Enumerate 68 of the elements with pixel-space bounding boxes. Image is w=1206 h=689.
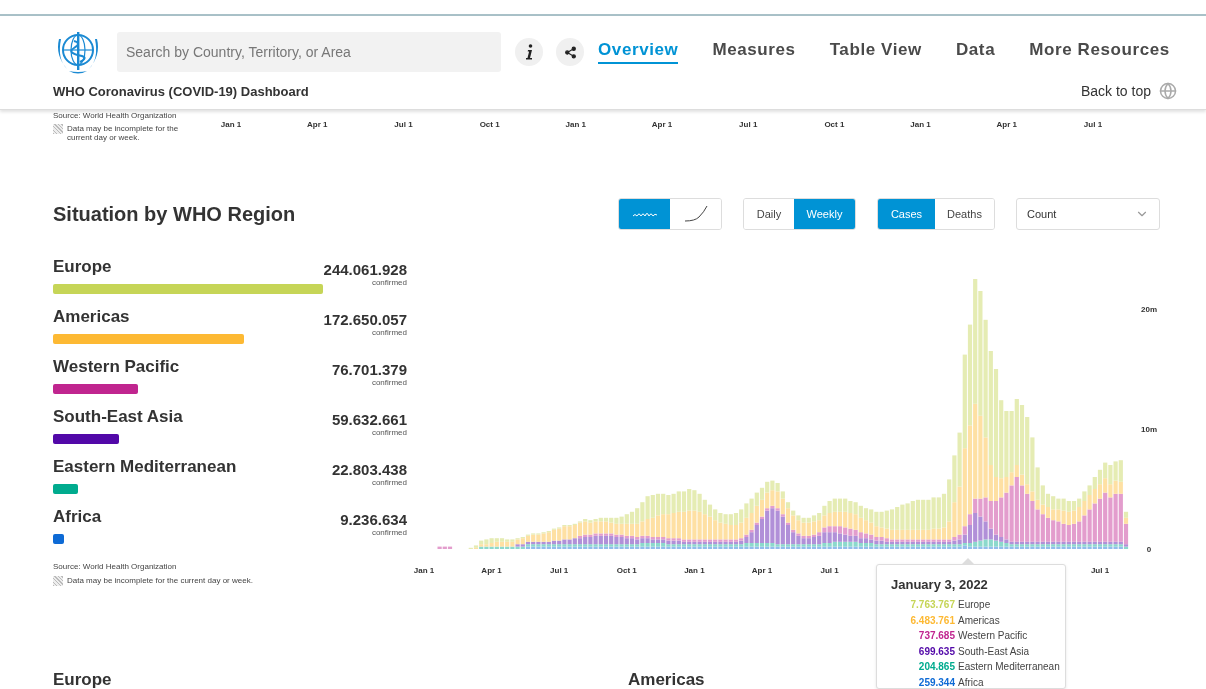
axis-label: Jul 1 — [393, 120, 414, 131]
axis-label: Oct 1 — [616, 566, 637, 575]
axis-label: Apr 1 — [751, 566, 773, 575]
scale-dropdown[interactable]: Count — [1016, 198, 1160, 230]
nav-tab[interactable]: Table View — [829, 40, 922, 64]
search-field[interactable]: Search by Country, Territory, or Area — [117, 32, 501, 72]
axis-label: Apr 1 — [995, 120, 1018, 131]
tooltip-value: 7.763.767 — [909, 599, 955, 611]
tooltip-region: Africa — [958, 676, 984, 688]
count-unit: confirmed — [371, 378, 407, 387]
tooltip-value: 259.344 — [917, 676, 955, 688]
count-unit: confirmed — [371, 278, 407, 287]
section-title: Europe — [53, 672, 112, 688]
count-unit: confirmed — [371, 528, 407, 537]
axis-label: Apr 1 — [306, 120, 329, 131]
region-name: South-East Asia — [53, 408, 184, 426]
axis-label: 20m — [1141, 305, 1157, 314]
section-title: Situation by WHO Region — [53, 202, 296, 226]
section-title: Americas — [628, 672, 705, 688]
tooltip-region: Eastern Mediterranean — [958, 661, 1060, 673]
axis-label: 0 — [1146, 545, 1152, 554]
region-count: 59.632.661 — [331, 412, 407, 428]
source-text: Source: World Health Organization — [53, 562, 178, 571]
axis-label: Jul 1 — [550, 566, 569, 575]
axis-label: Apr 1 — [481, 566, 502, 575]
region-name: Western Pacific — [53, 358, 181, 376]
tooltip-value: 737.685 — [917, 630, 955, 642]
tooltip-value: 699.635 — [917, 645, 955, 657]
dashboard-title: WHO Coronavirus (COVID-19) Dashboard — [53, 83, 309, 99]
tooltip-region: Americas — [958, 614, 1000, 626]
axis-label: Jan 1 — [564, 120, 588, 131]
axis-label: Apr 1 — [650, 120, 674, 131]
tooltip-value: 6.483.761 — [909, 614, 955, 626]
nav-tab[interactable]: Measures — [712, 40, 796, 64]
axis-label: Oct 1 — [823, 120, 846, 131]
axis-label: Jan 1 — [219, 120, 243, 131]
region-name: Eastern Mediterranean — [53, 458, 238, 476]
axis-label: 10m — [1141, 425, 1157, 434]
note-text: Data may be incomplete for the current day or week. — [67, 576, 253, 586]
region-count: 172.650.057 — [323, 312, 407, 328]
axis-label: Jul 1 — [738, 120, 759, 131]
tooltip-date: January 3, 2022 — [891, 577, 989, 592]
tooltip-value: 204.865 — [917, 661, 955, 673]
nav-tab[interactable]: More Resources — [1029, 40, 1170, 64]
axis-label: Jul 1 — [1082, 120, 1104, 131]
region-count: 244.061.928 — [323, 262, 407, 278]
source-text: Source: World Health Organization — [53, 111, 178, 121]
count-unit: confirmed — [371, 428, 407, 437]
region-name: Africa — [53, 508, 103, 526]
tooltip-region: Western Pacific — [958, 630, 1028, 642]
region-count: 9.236.634 — [340, 512, 407, 528]
region-count: 76.701.379 — [331, 362, 407, 378]
back-to-top-link[interactable]: Back to top — [1080, 82, 1177, 100]
axis-label: Jan 1 — [684, 566, 705, 575]
axis-label: Oct 1 — [478, 120, 501, 131]
tooltip-region: Europe — [958, 599, 991, 611]
region-count: 22.803.438 — [331, 462, 407, 478]
region-name: Americas — [53, 308, 131, 326]
axis-label: Jan 1 — [413, 566, 435, 575]
axis-label: Jul 1 — [820, 566, 839, 575]
count-unit: confirmed — [371, 328, 407, 337]
tooltip-region: South-East Asia — [958, 645, 1030, 657]
region-name: Europe — [53, 258, 113, 276]
note-text: Data may be incomplete for the current day or week. — [67, 123, 180, 143]
nav-tab[interactable]: Data — [955, 40, 996, 64]
axis-label: Jan 1 — [909, 120, 932, 131]
axis-label: Jul 1 — [1090, 566, 1110, 575]
count-unit: confirmed — [371, 478, 407, 487]
